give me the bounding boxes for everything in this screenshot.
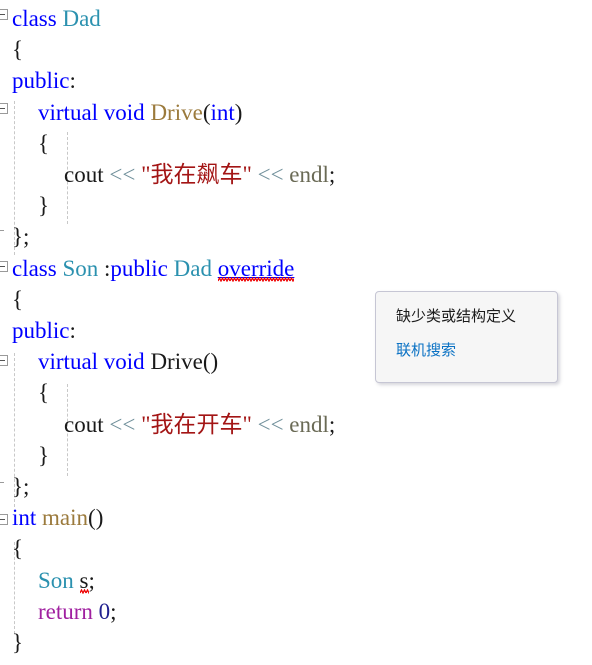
- code-token: "我在开车": [141, 411, 252, 437]
- code-token: int: [12, 505, 43, 531]
- code-token: };: [12, 474, 30, 499]
- error-squiggle: [217, 276, 295, 282]
- code-line[interactable]: public:: [12, 65, 76, 96]
- code-line[interactable]: cout << "我在飙车" << endl;: [64, 159, 335, 190]
- code-token: Dad: [62, 6, 101, 31]
- code-token: {: [12, 536, 24, 562]
- code-line[interactable]: }: [12, 627, 23, 658]
- code-token: public: [110, 255, 174, 281]
- code-token: return: [38, 598, 99, 624]
- code-line[interactable]: virtual void Drive(): [38, 346, 218, 377]
- code-token: Drive: [150, 99, 203, 125]
- code-token: :: [69, 318, 76, 343]
- code-token: endl: [289, 411, 329, 437]
- code-line[interactable]: {: [12, 284, 23, 315]
- code-token: virtual: [38, 349, 104, 375]
- code-token: (): [88, 505, 104, 531]
- code-token: {: [12, 286, 24, 312]
- code-token: }: [38, 193, 50, 219]
- code-token: "我在飙车": [141, 162, 252, 187]
- code-token: ;: [88, 567, 95, 593]
- code-line[interactable]: class Dad: [12, 3, 101, 34]
- collapse-toggle-drive-dad[interactable]: [0, 103, 8, 114]
- code-line[interactable]: {: [38, 377, 49, 408]
- code-line[interactable]: int main(): [12, 502, 103, 533]
- code-token: Son: [38, 567, 80, 593]
- search-online-link[interactable]: 联机搜索: [396, 340, 539, 360]
- error-tooltip[interactable]: 缺少类或结构定义 联机搜索: [375, 291, 558, 383]
- code-editor-surface[interactable]: class Dad{public: virtual void Drive(int)…: [0, 0, 592, 665]
- collapse-toggle-class-dad[interactable]: [0, 9, 8, 20]
- collapse-end-marker: [0, 482, 4, 483]
- code-line[interactable]: {: [38, 128, 49, 159]
- code-token: public: [12, 318, 70, 343]
- code-token: class: [12, 255, 63, 281]
- code-token: }: [12, 630, 24, 655]
- code-token: endl: [289, 162, 329, 187]
- code-token: cout: [64, 162, 110, 187]
- collapse-toggle-main[interactable]: [0, 514, 8, 525]
- code-line[interactable]: };: [12, 221, 29, 252]
- code-token: <<: [251, 411, 290, 437]
- code-token: int: [210, 99, 235, 125]
- error-tooltip-message: 缺少类或结构定义: [396, 307, 517, 325]
- error-token[interactable]: override: [217, 253, 295, 284]
- code-token: {: [38, 130, 50, 156]
- code-line[interactable]: {: [12, 34, 23, 65]
- collapse-end-marker: [0, 230, 4, 231]
- code-token: cout: [64, 411, 110, 437]
- code-line[interactable]: }: [38, 440, 49, 471]
- code-token: }: [38, 442, 50, 468]
- collapse-toggle-class-son[interactable]: [0, 261, 8, 272]
- error-squiggle: [79, 588, 89, 594]
- code-token: Dad: [173, 255, 218, 281]
- code-token: <<: [251, 162, 290, 187]
- code-token: ;: [110, 598, 117, 624]
- code-line[interactable]: return 0;: [38, 596, 117, 627]
- code-line[interactable]: };: [12, 471, 29, 502]
- code-token: void: [103, 99, 151, 125]
- code-line[interactable]: public:: [12, 315, 76, 346]
- code-token: class: [12, 6, 63, 31]
- code-line[interactable]: Son s;: [38, 565, 95, 596]
- code-token: {: [12, 37, 24, 63]
- code-line[interactable]: class Son :public Dad override: [12, 253, 295, 284]
- code-token: main: [42, 505, 89, 531]
- code-line[interactable]: }: [38, 190, 49, 221]
- code-line[interactable]: cout << "我在开车" << endl;: [64, 409, 335, 440]
- code-token: (): [202, 349, 219, 375]
- code-token: <<: [109, 411, 142, 437]
- code-token: public: [12, 68, 70, 94]
- code-token: {: [38, 380, 50, 406]
- code-token: <<: [109, 162, 142, 187]
- code-line[interactable]: {: [12, 533, 23, 564]
- code-token: 0: [98, 598, 111, 624]
- code-token: void: [103, 349, 151, 375]
- code-token: };: [12, 224, 30, 250]
- code-token: ;: [328, 162, 336, 187]
- code-token: Drive: [150, 349, 203, 375]
- code-token: ): [234, 99, 243, 125]
- code-token: ;: [328, 411, 336, 437]
- code-token: virtual: [38, 99, 104, 125]
- code-token: Son: [62, 255, 105, 281]
- code-token: :: [69, 68, 76, 94]
- error-token[interactable]: s: [79, 565, 89, 596]
- code-line[interactable]: virtual void Drive(int): [38, 97, 242, 128]
- collapse-toggle-drive-son[interactable]: [0, 355, 8, 366]
